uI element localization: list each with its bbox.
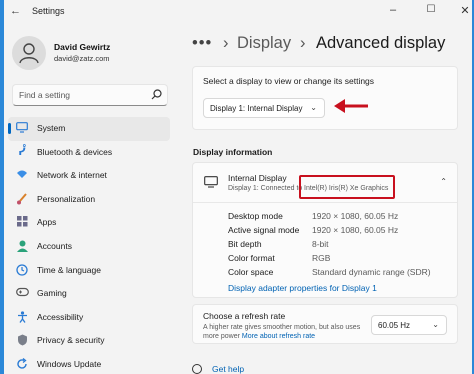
- sidebar-item-apps[interactable]: Apps: [8, 211, 170, 235]
- sidebar-item-windows-update[interactable]: Windows Update: [8, 353, 170, 374]
- sidebar-item-label: Accounts: [37, 240, 72, 251]
- breadcrumb-overflow-button[interactable]: •••: [192, 34, 212, 53]
- display-select-dropdown[interactable]: Display 1: Internal Display ⌄: [203, 98, 325, 118]
- bluetooth-icon: ᓮ: [18, 146, 26, 158]
- sidebar-item-label: Personalization: [37, 193, 96, 204]
- selector-prompt: Select a display to view or change its s…: [203, 76, 375, 86]
- red-arrow-annotation: [334, 99, 368, 113]
- sidebar-item-personalization[interactable]: Personalization: [8, 188, 170, 212]
- sidebar-item-label: System: [37, 123, 66, 133]
- info-key: Color space: [228, 267, 274, 277]
- title-bar: ← Settings – ☐ ✕: [4, 0, 472, 24]
- display-connection-text: Display 1: Connected to: [228, 185, 303, 192]
- info-key: Bit depth: [228, 239, 262, 249]
- accessibility-icon: [15, 311, 29, 325]
- sidebar-item-bluetooth[interactable]: ᓮ Bluetooth & devices: [8, 141, 170, 165]
- globe-clock-icon: [15, 263, 29, 278]
- sidebar-item-label: Accessibility: [37, 311, 84, 322]
- info-value: RGB: [312, 253, 331, 263]
- gamepad-icon: [15, 287, 29, 301]
- section-title: Display information: [193, 147, 273, 157]
- sidebar-item-label: Windows Update: [37, 358, 102, 369]
- avatar: [12, 36, 46, 70]
- apps-icon: [15, 216, 29, 230]
- search-placeholder: Find a setting: [19, 90, 71, 100]
- sidebar-item-label: Network & internet: [37, 170, 107, 181]
- sidebar-item-accessibility[interactable]: Accessibility: [8, 306, 170, 330]
- display-icon: [15, 122, 29, 136]
- info-key: Color format: [228, 253, 275, 263]
- profile-email: david@zatz.com: [54, 54, 110, 63]
- sidebar-item-label: Apps: [37, 217, 57, 228]
- display-selector-card: Select a display to view or change its s…: [192, 66, 458, 130]
- display-info-header[interactable]: Internal Display Display 1: Connected to…: [193, 163, 457, 203]
- help-icon: [192, 364, 202, 374]
- sidebar-item-accounts[interactable]: Accounts: [8, 235, 170, 259]
- window-title: Settings: [32, 6, 65, 16]
- more-about-refresh-rate-link[interactable]: More about refresh rate: [242, 333, 315, 340]
- refresh-rate-title: Choose a refresh rate: [203, 311, 286, 321]
- monitor-icon: [204, 176, 218, 188]
- refresh-rate-description: A higher rate gives smoother motion, but…: [203, 323, 373, 341]
- info-value: Standard dynamic range (SDR): [312, 267, 431, 277]
- sidebar-item-label: Bluetooth & devices: [37, 146, 113, 157]
- sidebar-item-time-language[interactable]: Time & language: [8, 259, 170, 283]
- refresh-rate-value: 60.05 Hz: [378, 321, 411, 330]
- wifi-icon: [15, 169, 29, 183]
- sidebar-item-network[interactable]: Network & internet: [8, 164, 170, 188]
- sidebar-nav: System ᓮ Bluetooth & devices Network & i…: [8, 117, 170, 374]
- red-highlight-box: [299, 175, 395, 199]
- sidebar-item-system[interactable]: System: [8, 117, 170, 141]
- info-value: 1920 × 1080, 60.05 Hz: [312, 225, 399, 235]
- chevron-right-icon: ›: [300, 34, 306, 52]
- sidebar-item-label: Privacy & security: [37, 335, 105, 346]
- maximize-icon[interactable]: ☐: [424, 4, 438, 15]
- chevron-up-icon[interactable]: ⌃: [440, 177, 447, 186]
- active-indicator: [8, 123, 11, 134]
- person-icon: [19, 43, 39, 64]
- page-title: Advanced display: [316, 34, 446, 52]
- chevron-right-icon: ›: [223, 34, 229, 52]
- brush-icon: [15, 193, 29, 207]
- display-info-card: Internal Display Display 1: Connected to…: [192, 162, 458, 298]
- display-select-value: Display 1: Internal Display: [210, 104, 303, 113]
- get-help-link[interactable]: Get help: [212, 364, 244, 374]
- sidebar-item-privacy-security[interactable]: Privacy & security: [8, 329, 170, 353]
- window-border-left: [0, 0, 4, 374]
- back-arrow-icon[interactable]: ←: [10, 5, 21, 17]
- info-key: Desktop mode: [228, 211, 283, 221]
- sidebar-item-gaming[interactable]: Gaming: [8, 282, 170, 306]
- profile-name: David Gewirtz: [54, 42, 111, 52]
- breadcrumb-display-link[interactable]: Display: [237, 34, 291, 53]
- display-name: Internal Display: [228, 173, 287, 183]
- info-key: Active signal mode: [228, 225, 300, 235]
- chevron-down-icon: ⌄: [432, 320, 439, 329]
- shield-icon: [15, 334, 29, 348]
- close-icon[interactable]: ✕: [458, 4, 472, 17]
- refresh-rate-dropdown[interactable]: 60.05 Hz ⌄: [371, 315, 447, 335]
- sidebar-item-label: Gaming: [37, 288, 67, 299]
- chevron-down-icon: ⌄: [310, 103, 317, 112]
- info-value: 8-bit: [312, 239, 329, 249]
- info-value: 1920 × 1080, 60.05 Hz: [312, 211, 399, 221]
- search-input[interactable]: Find a setting: [12, 84, 168, 106]
- display-adapter-properties-link[interactable]: Display adapter properties for Display 1: [228, 283, 377, 293]
- person-icon: [15, 240, 29, 254]
- refresh-rate-card: Choose a refresh rate A higher rate give…: [192, 304, 458, 344]
- minimize-icon[interactable]: –: [386, 4, 400, 16]
- update-icon: [15, 357, 29, 372]
- sidebar-item-label: Time & language: [37, 264, 101, 275]
- search-icon: [151, 89, 162, 100]
